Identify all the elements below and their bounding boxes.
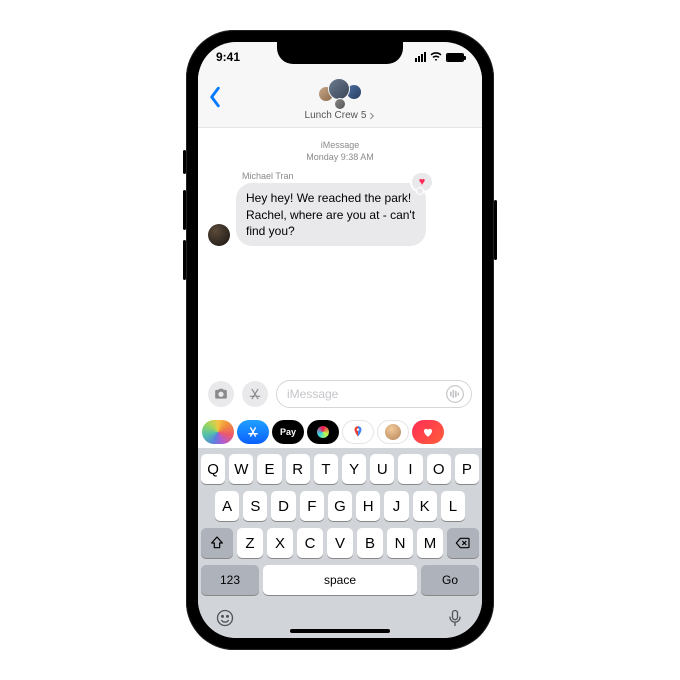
- cellular-icon: [415, 52, 426, 62]
- go-key[interactable]: Go: [421, 565, 479, 595]
- memoji-face-icon: [385, 424, 401, 440]
- app-drawer-button[interactable]: [242, 381, 268, 407]
- conversation-scroll[interactable]: iMessage Monday 9:38 AM Michael Tran Hey…: [198, 128, 482, 374]
- key-p[interactable]: P: [455, 454, 479, 484]
- key-i[interactable]: I: [398, 454, 422, 484]
- notch: [277, 42, 403, 64]
- heart-fingers-icon: [421, 425, 435, 439]
- keyboard-row-3: ZXCVBNM: [201, 528, 479, 558]
- waveform-icon: [445, 384, 465, 404]
- message-placeholder: iMessage: [287, 387, 445, 401]
- shift-icon: [209, 535, 225, 551]
- key-u[interactable]: U: [370, 454, 394, 484]
- home-indicator[interactable]: [290, 629, 390, 633]
- numbers-key[interactable]: 123: [201, 565, 259, 595]
- message-text: Hey hey! We reached the park! Rachel, wh…: [246, 191, 415, 237]
- appstore-icon: [248, 387, 262, 401]
- key-a[interactable]: A: [215, 491, 239, 521]
- maps-pin-icon: [351, 425, 365, 439]
- app-google-maps[interactable]: [342, 420, 374, 444]
- volume-down-button: [183, 240, 186, 280]
- camera-button[interactable]: [208, 381, 234, 407]
- sender-name: Michael Tran: [242, 171, 472, 181]
- avatar: [334, 98, 346, 110]
- wifi-icon: [430, 51, 442, 63]
- key-g[interactable]: G: [328, 491, 352, 521]
- group-avatars: [318, 78, 362, 108]
- service-label: iMessage: [208, 140, 472, 152]
- emoji-button[interactable]: [215, 608, 235, 633]
- group-name-row: Lunch Crew 5: [305, 110, 376, 121]
- sender-avatar[interactable]: [208, 224, 230, 246]
- compose-bar: iMessage: [198, 374, 482, 416]
- group-info-button[interactable]: Lunch Crew 5: [305, 78, 376, 121]
- key-v[interactable]: V: [327, 528, 353, 558]
- app-memoji[interactable]: [377, 420, 409, 444]
- emoji-icon: [215, 608, 235, 628]
- mic-icon: [445, 608, 465, 628]
- message-bubble[interactable]: Hey hey! We reached the park! Rachel, wh…: [236, 183, 426, 246]
- key-d[interactable]: D: [271, 491, 295, 521]
- shift-key[interactable]: [201, 528, 233, 558]
- keyboard: QWERTYUIOP ASDFGHJKL ZXCVBNM 123 space G…: [198, 448, 482, 638]
- dictation-button[interactable]: [445, 384, 465, 404]
- camera-icon: [214, 387, 228, 401]
- keyboard-row-1: QWERTYUIOP: [201, 454, 479, 484]
- heart-icon: ♥: [419, 175, 426, 190]
- key-q[interactable]: Q: [201, 454, 225, 484]
- thread-meta: iMessage Monday 9:38 AM: [208, 140, 472, 163]
- app-digital-touch[interactable]: [412, 420, 444, 444]
- key-e[interactable]: E: [257, 454, 281, 484]
- delete-key[interactable]: [447, 528, 479, 558]
- screen: 9:41 Lunch Crew 5: [198, 42, 482, 638]
- volume-up-button: [183, 190, 186, 230]
- chevron-left-icon: [208, 86, 222, 108]
- key-f[interactable]: F: [300, 491, 324, 521]
- group-member-count: 5: [361, 110, 367, 121]
- message-row: Hey hey! We reached the park! Rachel, wh…: [208, 183, 472, 246]
- appstore-a-icon: [246, 425, 260, 439]
- status-time: 9:41: [216, 50, 240, 64]
- keyboard-row-4: 123 space Go: [201, 565, 479, 595]
- key-n[interactable]: N: [387, 528, 413, 558]
- key-h[interactable]: H: [356, 491, 380, 521]
- power-button: [494, 200, 497, 260]
- key-b[interactable]: B: [357, 528, 383, 558]
- keyboard-row-2: ASDFGHJKL: [201, 491, 479, 521]
- imessage-app-strip[interactable]: Pay: [198, 416, 482, 448]
- message-input[interactable]: iMessage: [276, 380, 472, 408]
- conversation-header: Lunch Crew 5: [198, 72, 482, 128]
- timestamp-label: Monday 9:38 AM: [208, 152, 472, 164]
- key-y[interactable]: Y: [342, 454, 366, 484]
- battery-icon: [446, 53, 464, 62]
- key-m[interactable]: M: [417, 528, 443, 558]
- app-fitness[interactable]: [307, 420, 339, 444]
- space-key[interactable]: space: [263, 565, 417, 595]
- phone-device: 9:41 Lunch Crew 5: [186, 30, 494, 650]
- status-right: [415, 51, 464, 63]
- apple-pay-label: Pay: [280, 427, 296, 437]
- key-w[interactable]: W: [229, 454, 253, 484]
- app-apple-pay[interactable]: Pay: [272, 420, 304, 444]
- key-k[interactable]: K: [413, 491, 437, 521]
- key-o[interactable]: O: [427, 454, 451, 484]
- mic-button[interactable]: [445, 608, 465, 633]
- key-x[interactable]: X: [267, 528, 293, 558]
- key-z[interactable]: Z: [237, 528, 263, 558]
- key-j[interactable]: J: [384, 491, 408, 521]
- app-photos[interactable]: [202, 420, 234, 444]
- backspace-icon: [455, 535, 471, 551]
- avatar: [328, 78, 350, 100]
- mute-switch: [183, 150, 186, 174]
- group-name-label: Lunch Crew: [305, 110, 358, 121]
- chevron-right-icon: [369, 112, 375, 120]
- tapback-heart[interactable]: ♥: [410, 171, 434, 193]
- key-t[interactable]: T: [314, 454, 338, 484]
- key-l[interactable]: L: [441, 491, 465, 521]
- app-store[interactable]: [237, 420, 269, 444]
- key-s[interactable]: S: [243, 491, 267, 521]
- back-button[interactable]: [208, 86, 222, 113]
- key-c[interactable]: C: [297, 528, 323, 558]
- key-r[interactable]: R: [286, 454, 310, 484]
